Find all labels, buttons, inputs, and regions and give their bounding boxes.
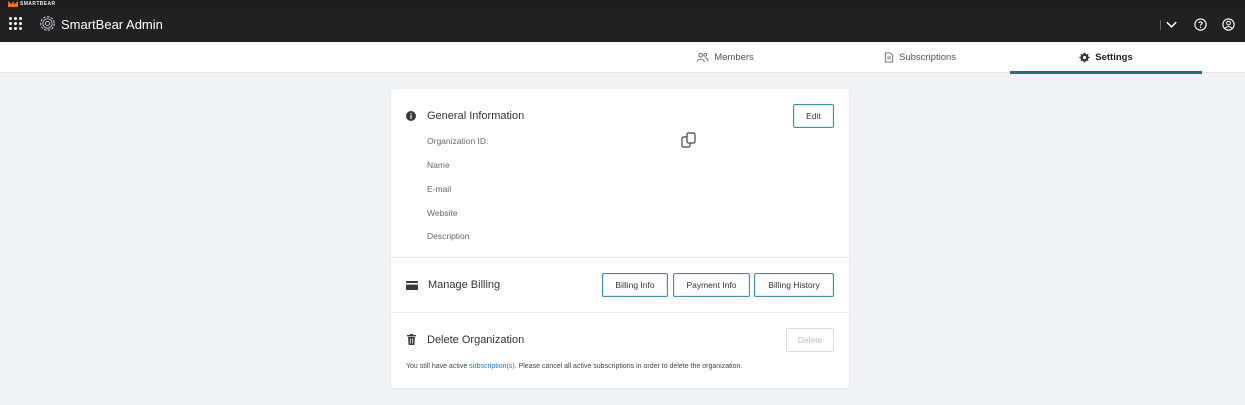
description-label: Description bbox=[427, 231, 470, 241]
smartbear-logo-icon bbox=[8, 1, 18, 7]
org-id-label: Organization ID: bbox=[427, 136, 489, 146]
billing-history-button[interactable]: Billing History bbox=[754, 273, 834, 297]
delete-org-title: Delete Organization bbox=[427, 334, 525, 346]
general-info-title: General Information bbox=[427, 110, 525, 122]
billing-info-button[interactable]: Billing Info bbox=[602, 273, 668, 297]
document-icon bbox=[884, 52, 894, 63]
info-icon bbox=[406, 111, 416, 121]
trash-icon bbox=[407, 334, 416, 345]
brand-bar: SMARTBEAR bbox=[0, 0, 1245, 8]
tab-subscriptions[interactable]: Subscriptions bbox=[850, 42, 990, 73]
payment-info-button[interactable]: Payment Info bbox=[673, 273, 750, 297]
gear-icon bbox=[1079, 52, 1090, 63]
delete-button[interactable]: Delete bbox=[786, 328, 834, 352]
credit-card-icon bbox=[406, 281, 418, 290]
tab-members-label: Members bbox=[714, 52, 754, 63]
chevron-down-icon[interactable] bbox=[1164, 17, 1179, 32]
email-label: E-mail bbox=[427, 184, 452, 194]
members-icon bbox=[696, 52, 709, 63]
settings-card: General Information Edit Organization ID… bbox=[391, 89, 849, 388]
tab-settings-label: Settings bbox=[1095, 52, 1133, 63]
app-title: SmartBear Admin bbox=[61, 17, 163, 32]
user-icon[interactable] bbox=[1221, 17, 1236, 32]
manage-billing-title: Manage Billing bbox=[428, 279, 501, 291]
name-label: Name bbox=[427, 160, 450, 170]
gear-icon bbox=[40, 16, 55, 31]
subscriptions-link[interactable]: subscription(s) bbox=[469, 363, 515, 370]
copy-icon[interactable] bbox=[681, 132, 697, 149]
section-divider bbox=[391, 257, 849, 258]
tab-subscriptions-label: Subscriptions bbox=[898, 52, 957, 63]
apps-grid-icon[interactable] bbox=[9, 17, 23, 31]
app-header: SmartBear Admin bbox=[0, 8, 1245, 42]
delete-note-suffix: . Please cancel all active subscriptions… bbox=[514, 363, 743, 370]
delete-note: You still have active subscription(s). P… bbox=[406, 363, 742, 370]
brand-wordmark: SMARTBEAR bbox=[20, 1, 56, 7]
website-label: Website bbox=[427, 208, 458, 218]
tab-bar: Members Subscriptions Settings bbox=[0, 42, 1245, 74]
tab-members[interactable]: Members bbox=[660, 42, 790, 73]
delete-note-prefix: You still have active bbox=[406, 363, 470, 370]
tab-settings[interactable]: Settings bbox=[1010, 42, 1202, 74]
edit-button[interactable]: Edit bbox=[793, 104, 834, 128]
section-divider bbox=[391, 312, 849, 313]
help-icon[interactable] bbox=[1193, 17, 1208, 32]
header-divider bbox=[1160, 20, 1161, 30]
